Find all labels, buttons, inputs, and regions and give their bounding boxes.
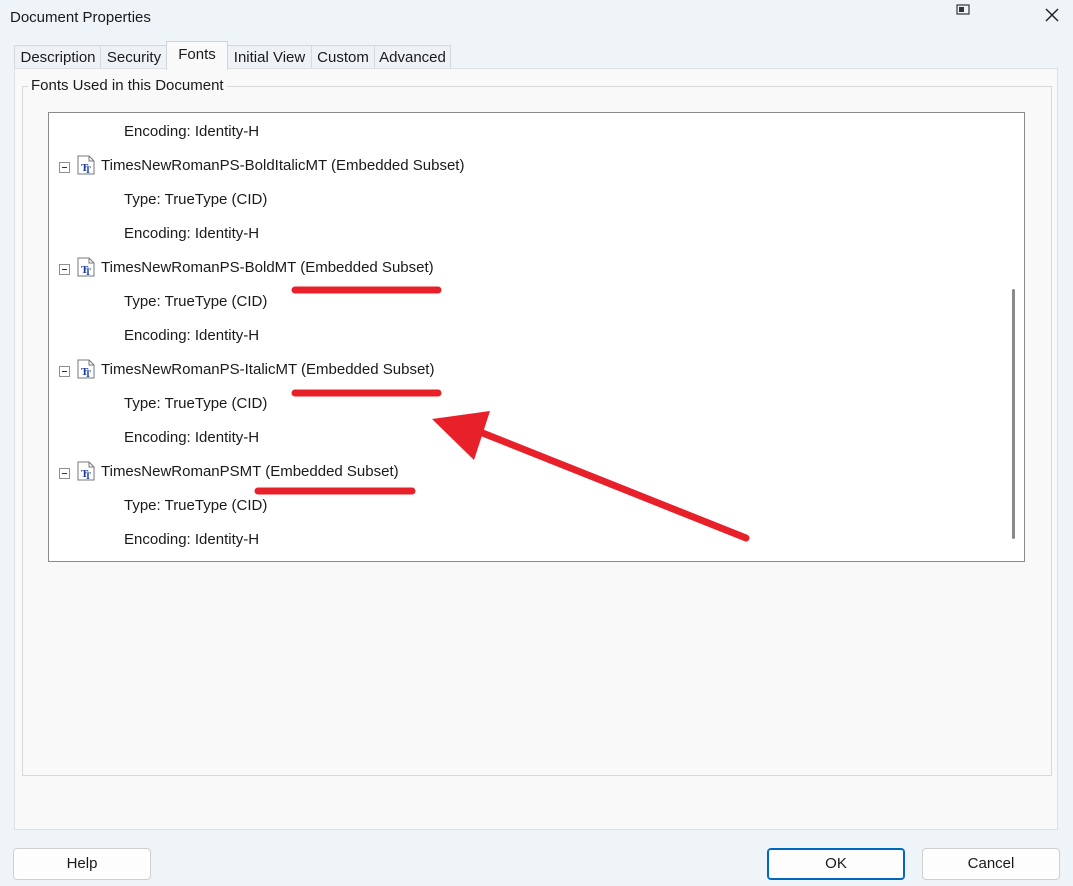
tree-row-encoding: Encoding: Identity-H — [124, 429, 260, 446]
tree-row-encoding: Encoding: Identity-H — [124, 225, 260, 242]
tree-row-type: Type: TrueType (CID) — [124, 497, 268, 514]
cancel-button[interactable]: Cancel — [922, 848, 1060, 880]
collapse-icon[interactable] — [59, 162, 70, 173]
tree-row-encoding: Encoding: Identity-H — [124, 327, 260, 344]
tree-row-font[interactable]: TimesNewRomanPS-BoldMT (Embedded Subset) — [101, 257, 434, 279]
collapse-icon[interactable] — [59, 264, 70, 275]
svg-text:T: T — [85, 165, 91, 175]
scrollbar-thumb[interactable] — [1012, 289, 1015, 539]
tab-initial-view[interactable]: Initial View — [227, 45, 312, 69]
truetype-font-icon: T T — [77, 155, 95, 175]
tree-row-type: Type: TrueType (CID) — [124, 293, 268, 310]
tree-row-font[interactable]: TimesNewRomanPS-ItalicMT (Embedded Subse… — [101, 359, 434, 381]
collapse-icon[interactable] — [59, 468, 70, 479]
ok-button[interactable]: OK — [767, 848, 905, 880]
tree-row-encoding: Encoding: Identity-H — [124, 531, 260, 548]
svg-text:T: T — [85, 471, 91, 481]
tab-security[interactable]: Security — [100, 45, 168, 69]
fonts-group-title: Fonts Used in this Document — [28, 77, 227, 94]
truetype-font-icon: T T — [77, 359, 95, 379]
svg-text:T: T — [85, 267, 91, 277]
svg-text:T: T — [85, 369, 91, 379]
tab-description[interactable]: Description — [14, 45, 102, 69]
collapse-icon[interactable] — [59, 366, 70, 377]
tab-fonts[interactable]: Fonts — [166, 41, 228, 70]
tree-row-encoding: Encoding: Identity-H — [124, 123, 260, 140]
help-button[interactable]: Help — [13, 848, 151, 880]
tree-row-font[interactable]: TimesNewRomanPS-BoldItalicMT (Embedded S… — [101, 155, 464, 177]
tree-row-font[interactable]: TimesNewRomanPSMT (Embedded Subset) — [101, 461, 399, 483]
close-icon[interactable] — [1043, 6, 1061, 24]
truetype-font-icon: T T — [77, 461, 95, 481]
truetype-font-icon: T T — [77, 257, 95, 277]
window-snap-icon[interactable] — [955, 3, 973, 17]
tab-advanced[interactable]: Advanced — [374, 45, 451, 69]
tree-row-type: Type: TrueType (CID) — [124, 191, 268, 208]
tree-row-type: Type: TrueType (CID) — [124, 395, 268, 412]
fonts-tree-list[interactable]: Encoding: Identity-H T T TimesNewRomanPS… — [48, 112, 1025, 562]
tab-custom[interactable]: Custom — [311, 45, 375, 69]
window-title: Document Properties — [10, 9, 151, 26]
